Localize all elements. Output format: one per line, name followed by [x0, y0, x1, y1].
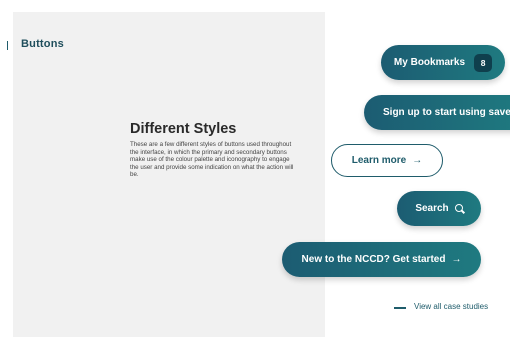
- sign-up-button[interactable]: Sign up to start using save: [364, 95, 510, 130]
- sign-up-label: Sign up to start using save: [383, 107, 510, 118]
- search-label: Search: [415, 203, 449, 214]
- learn-more-label: Learn more: [351, 155, 407, 166]
- bookmark-count-badge: 8: [474, 53, 493, 72]
- page-heading: Different Styles: [130, 121, 237, 137]
- learn-more-button[interactable]: Learn more →: [331, 144, 443, 177]
- section-label: Buttons: [21, 38, 64, 50]
- get-started-label: New to the NCCD? Get started: [301, 254, 446, 265]
- link-dash-decoration: [394, 307, 406, 309]
- description-text: These are a few different styles of butt…: [130, 141, 294, 179]
- section-marker: [7, 41, 8, 50]
- view-case-studies-link[interactable]: View all case studies: [414, 302, 488, 311]
- search-button[interactable]: Search: [397, 191, 481, 226]
- arrow-right-icon: →: [412, 155, 423, 166]
- my-bookmarks-button[interactable]: My Bookmarks 8: [381, 45, 505, 80]
- search-icon: [454, 203, 463, 212]
- my-bookmarks-label: My Bookmarks: [393, 57, 466, 68]
- get-started-button[interactable]: New to the NCCD? Get started →: [282, 242, 481, 277]
- arrow-right-icon: →: [451, 254, 462, 265]
